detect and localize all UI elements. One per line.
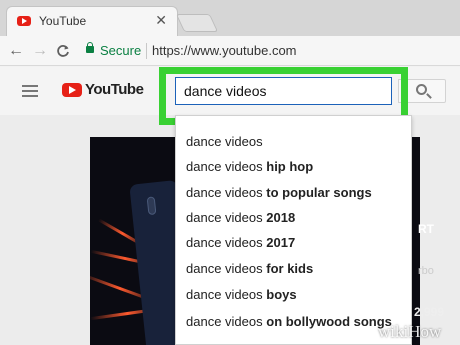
browser-toolbar: ← → Secure https://www.youtube.com (0, 36, 460, 66)
tab-title: YouTube (39, 14, 87, 28)
youtube-page: YouTube dance videos dance videos hip ho… (0, 67, 460, 345)
suggestion-item[interactable]: dance videos 2017 (186, 235, 295, 250)
suggestion-item[interactable]: dance videos for kids (186, 261, 313, 276)
reload-icon[interactable] (56, 41, 70, 64)
camera-icon (146, 196, 157, 216)
suggestion-item[interactable]: dance videos to popular songs (186, 185, 372, 200)
watermark-logo: wikiHow (378, 322, 442, 341)
browser-tab[interactable]: YouTube ✕ (6, 6, 178, 36)
suggestion-item[interactable]: dance videos 2018 (186, 210, 295, 225)
hamburger-menu-icon[interactable] (22, 85, 38, 97)
thumbnail-ad-subtext: rbo (418, 265, 434, 277)
search-input[interactable] (175, 77, 392, 105)
suggestion-item[interactable]: dance videos hip hop (186, 159, 313, 174)
youtube-logo-text[interactable]: YouTube (85, 81, 144, 98)
url-divider (146, 43, 147, 59)
address-bar[interactable]: Secure https://www.youtube.com (80, 40, 458, 62)
suggestion-item[interactable]: dance videos (186, 134, 263, 149)
thumbnail-ad-text: RT (418, 222, 434, 236)
suggestion-item[interactable]: dance videos boys (186, 287, 297, 302)
thumbnail-price: 2,999 (414, 305, 445, 319)
url-text[interactable]: https://www.youtube.com (152, 43, 297, 58)
secure-label: Secure (100, 43, 142, 58)
search-suggestions: dance videos dance videos hip hop dance … (175, 115, 412, 345)
suggestion-item[interactable]: dance videos on bollywood songs (186, 314, 392, 329)
search-icon (416, 84, 427, 95)
forward-arrow-icon[interactable]: → (32, 41, 48, 61)
lock-icon (86, 42, 94, 53)
tab-strip: YouTube ✕ (0, 0, 460, 36)
close-tab-icon[interactable]: ✕ (155, 12, 167, 29)
youtube-logo-icon[interactable] (62, 83, 82, 97)
back-arrow-icon[interactable]: ← (8, 41, 24, 61)
new-tab-button[interactable] (175, 14, 219, 32)
youtube-favicon-icon (17, 16, 31, 26)
